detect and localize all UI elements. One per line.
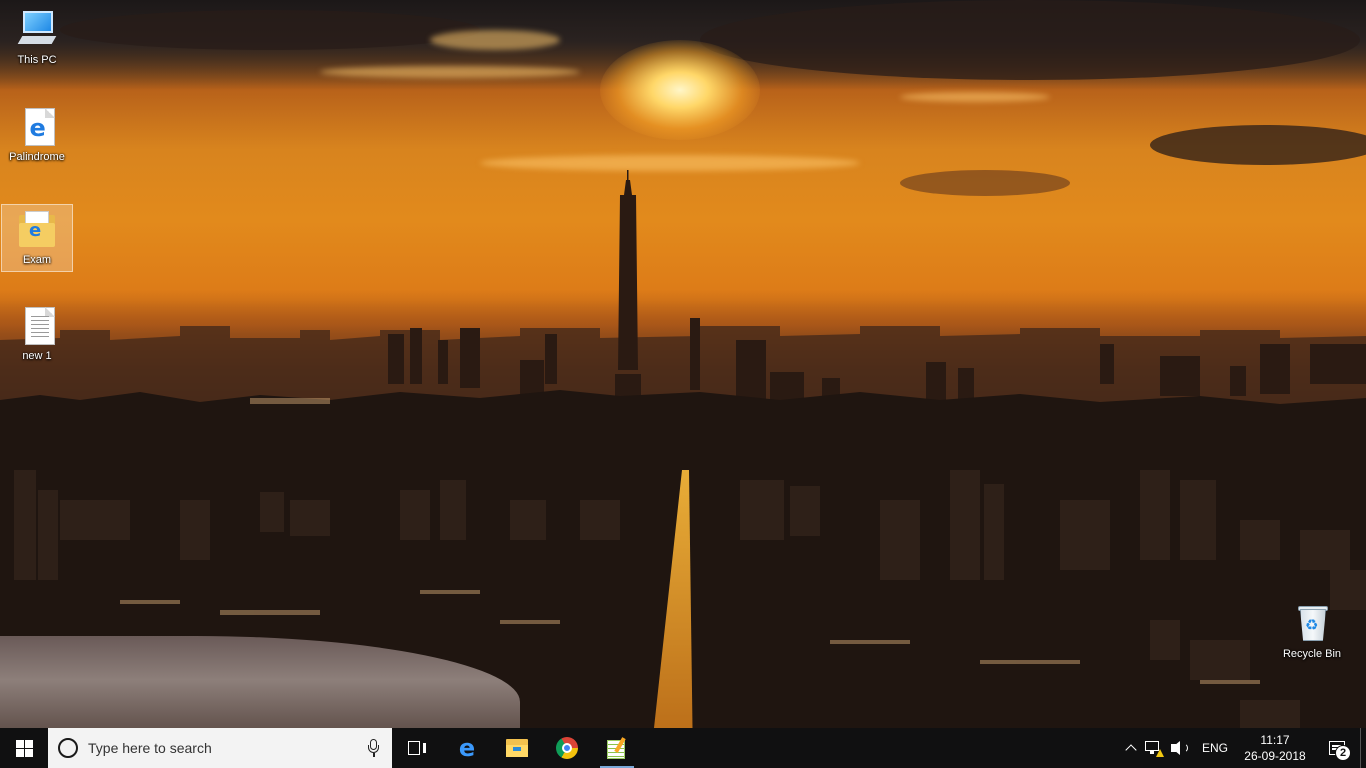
task-view-icon xyxy=(408,741,426,755)
volume-tray-button[interactable] xyxy=(1166,728,1194,768)
speaker-icon xyxy=(1170,741,1189,755)
clock-date: 26-09-2018 xyxy=(1244,749,1306,763)
start-button[interactable] xyxy=(0,728,48,768)
notification-count-badge: 2 xyxy=(1335,745,1351,761)
taskbar-app-edge[interactable]: e xyxy=(442,728,492,768)
taskbar-app-chrome[interactable] xyxy=(542,728,592,768)
desktop-wallpaper xyxy=(0,0,1366,728)
clock-button[interactable]: 11:17 26-09-2018 xyxy=(1236,728,1314,768)
desktop-icon-recycle-bin[interactable]: ♻ Recycle Bin xyxy=(1276,598,1348,666)
network-warning-icon xyxy=(1144,741,1164,757)
desktop-icon-label: This PC xyxy=(17,54,57,66)
network-tray-button[interactable] xyxy=(1140,728,1166,768)
cortana-circle-icon xyxy=(58,738,78,758)
edge-icon: e xyxy=(458,734,476,762)
taskbar-search-box[interactable]: Type here to search xyxy=(48,728,392,768)
desktop-icon-label: Recycle Bin xyxy=(1282,648,1342,660)
text-file-icon xyxy=(24,307,55,345)
show-desktop-button[interactable] xyxy=(1360,728,1366,768)
search-placeholder: Type here to search xyxy=(88,740,212,756)
edge-html-file-icon: e xyxy=(24,108,55,146)
notepad-plus-plus-icon xyxy=(606,737,628,759)
desktop-icon-label: Palindrome xyxy=(9,151,65,163)
taskbar-app-notepad-plus-plus[interactable] xyxy=(592,728,642,768)
action-center-button[interactable]: 2 xyxy=(1314,728,1360,768)
folder-icon: e xyxy=(17,209,57,249)
desktop-icon-exam[interactable]: e Exam xyxy=(1,204,73,272)
microphone-icon[interactable] xyxy=(368,739,379,757)
computer-icon xyxy=(17,9,57,49)
system-tray: ENG 11:17 26-09-2018 2 xyxy=(1122,728,1366,768)
taskbar-app-file-explorer[interactable] xyxy=(492,728,542,768)
desktop-icon-new-1[interactable]: new 1 xyxy=(1,302,73,370)
chevron-up-icon xyxy=(1125,744,1137,756)
desktop-icon-this-pc[interactable]: This PC xyxy=(1,4,73,72)
recycle-bin-icon: ♻ xyxy=(1292,603,1332,643)
clock-time: 11:17 xyxy=(1260,733,1290,747)
windows-logo-icon xyxy=(15,739,33,757)
show-hidden-icons-button[interactable] xyxy=(1122,728,1140,768)
desktop-icon-palindrome[interactable]: e Palindrome xyxy=(1,103,73,171)
taskbar: Type here to search e ENG 11:17 26-09-20… xyxy=(0,728,1366,768)
desktop-icon-label: new 1 xyxy=(22,350,52,362)
input-language-indicator[interactable]: ENG xyxy=(1194,728,1236,768)
desktop-icon-label: Exam xyxy=(22,254,52,266)
task-view-button[interactable] xyxy=(392,728,442,768)
file-explorer-icon xyxy=(506,739,528,757)
chrome-icon xyxy=(556,737,578,759)
